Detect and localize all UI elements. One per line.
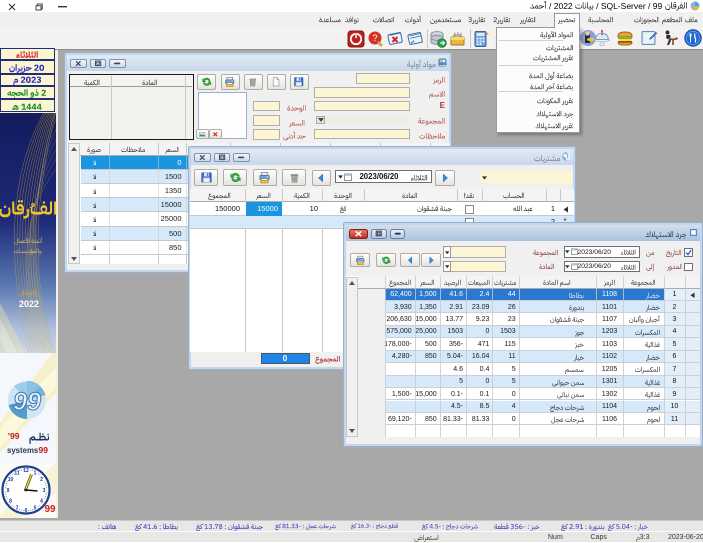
- svg-text:4: 4: [40, 499, 43, 505]
- svg-text:7: 7: [16, 506, 19, 512]
- svg-text:9: 9: [7, 488, 10, 494]
- svg-text:11: 11: [14, 471, 20, 477]
- svg-text:?: ?: [372, 33, 377, 43]
- svg-text:6: 6: [25, 508, 28, 514]
- svg-text:10: 10: [8, 477, 14, 483]
- svg-text:3: 3: [43, 488, 46, 494]
- svg-text:99: 99: [44, 504, 56, 515]
- svg-text:99: 99: [13, 388, 41, 416]
